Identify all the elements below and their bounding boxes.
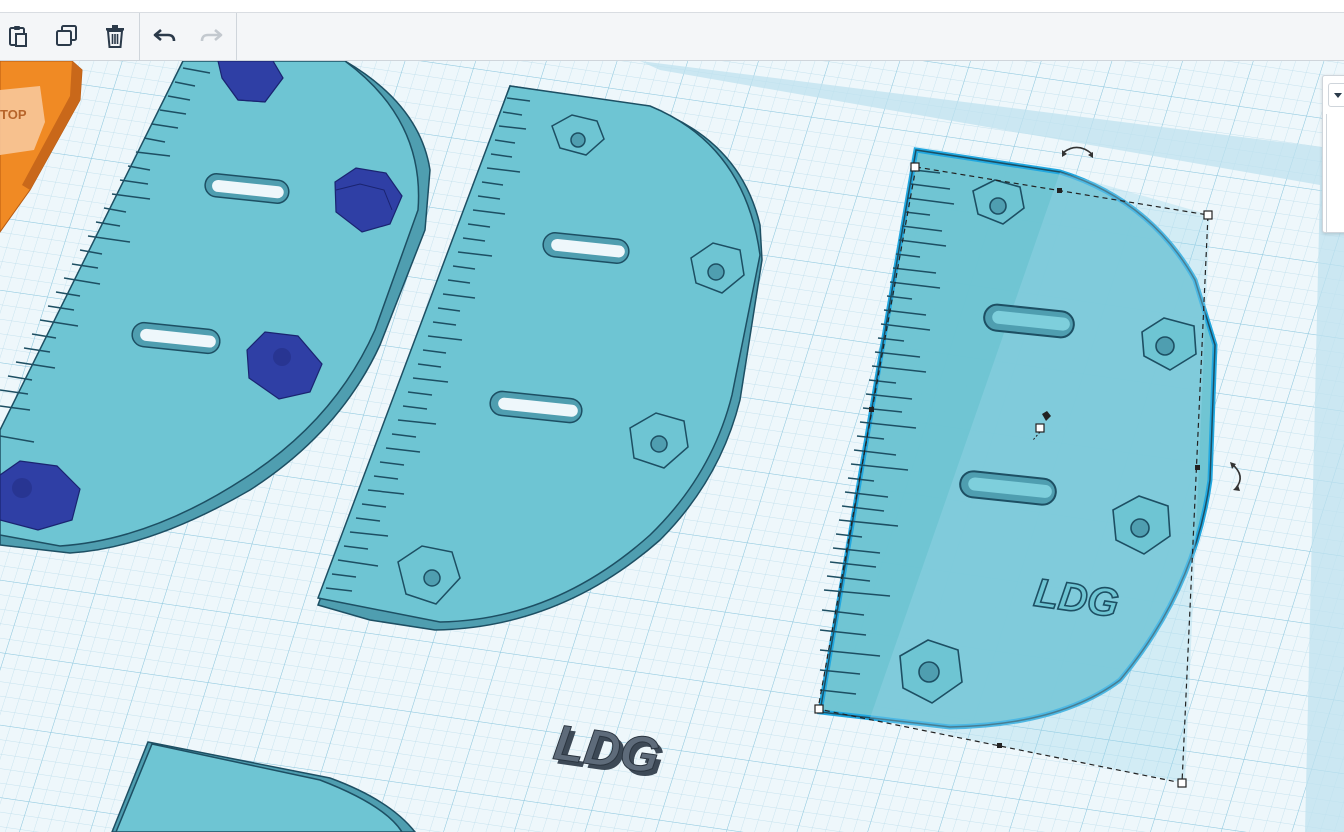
height-handle[interactable]	[1035, 423, 1045, 433]
view-cube-face-label[interactable]: TOP	[0, 107, 27, 122]
right-inspector-panel	[1322, 75, 1344, 233]
duplicate-button[interactable]	[51, 21, 83, 51]
resize-handle[interactable]	[1195, 465, 1200, 470]
clipboard-icon	[9, 26, 27, 47]
resize-handle[interactable]	[1177, 778, 1187, 788]
redo-arrow-icon	[200, 29, 223, 42]
toolbar-divider	[139, 13, 140, 60]
trash-icon	[106, 25, 124, 48]
resize-handle[interactable]	[1057, 188, 1062, 193]
workplane-canvas[interactable]: TOP LDG LDG LDG	[0, 61, 1344, 832]
resize-handle[interactable]	[997, 743, 1002, 748]
duplicate-icon	[56, 25, 77, 46]
panel-collapse-toggle[interactable]	[1328, 83, 1344, 107]
window-top-strip	[0, 0, 1344, 13]
undo-arrow-icon	[153, 29, 176, 42]
redo-button[interactable]	[195, 21, 227, 51]
paste-button[interactable]	[2, 21, 34, 51]
undo-button[interactable]	[149, 21, 181, 51]
toolbar-divider	[236, 13, 237, 60]
toolbar	[0, 13, 1344, 61]
workplane-scene[interactable]: TOP LDG LDG LDG	[0, 61, 1344, 832]
resize-handle[interactable]	[869, 407, 874, 412]
chevron-down-icon	[1334, 92, 1342, 98]
resize-handle[interactable]	[910, 162, 920, 172]
resize-handle[interactable]	[1203, 210, 1213, 220]
resize-handle[interactable]	[814, 704, 824, 714]
delete-button[interactable]	[99, 21, 131, 51]
